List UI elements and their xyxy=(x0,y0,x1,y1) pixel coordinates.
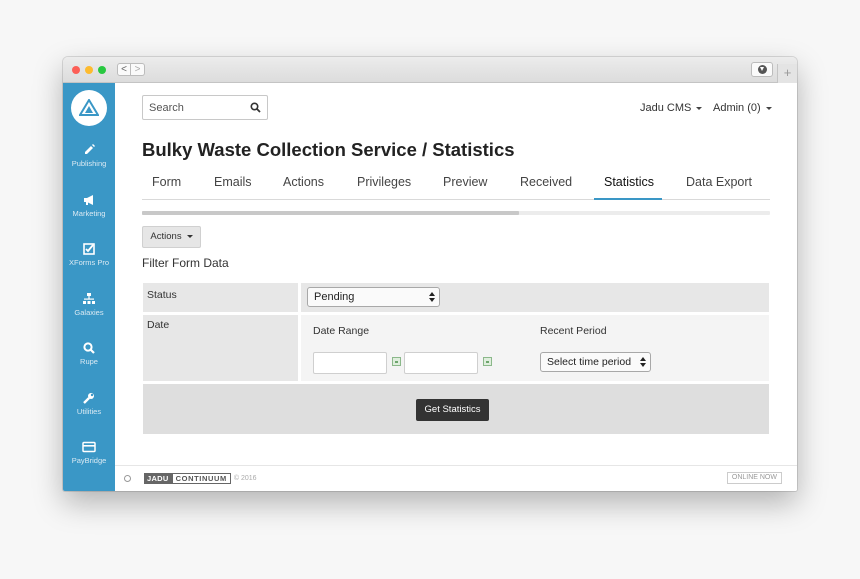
sidebar-item-rupe[interactable]: Rupe xyxy=(63,341,115,366)
date-range-label: Date Range xyxy=(313,325,370,337)
sidebar: Publishing Marketing XForms Pro Galaxies xyxy=(63,83,115,491)
logo-triangle-icon xyxy=(79,99,99,116)
sidebar-item-label: Rupe xyxy=(80,357,98,366)
calendar-icon[interactable] xyxy=(392,357,401,366)
gear-icon[interactable] xyxy=(124,475,131,482)
megaphone-icon xyxy=(84,195,93,205)
jadu-logo[interactable] xyxy=(71,90,107,126)
status-bar: JADU CONTINUUM © 2016 ONLINE NOW xyxy=(115,465,797,491)
user-menu[interactable]: Admin (0) xyxy=(713,102,772,114)
wrench-icon xyxy=(83,393,94,404)
minimize-window-button[interactable] xyxy=(85,66,93,74)
date-panel: Date Range Recent Period Select time per… xyxy=(301,315,769,381)
sidebar-item-publishing[interactable]: Publishing xyxy=(63,143,115,168)
close-window-button[interactable] xyxy=(72,66,80,74)
forward-button[interactable]: > xyxy=(131,63,145,76)
sidebar-item-utilities[interactable]: Utilities xyxy=(63,391,115,416)
active-tab-indicator xyxy=(594,198,662,200)
tab-privileges[interactable]: Privileges xyxy=(357,175,411,189)
actions-label: Actions xyxy=(150,231,182,242)
filter-table: Status Pending Date Date Range Recent Pe… xyxy=(143,283,769,434)
sidebar-item-label: PayBridge xyxy=(71,456,107,465)
recent-period-value: Select time period xyxy=(547,356,632,368)
sitemap-icon xyxy=(83,293,95,304)
sidebar-item-paybridge[interactable]: PayBridge xyxy=(63,440,115,465)
recent-period-select[interactable]: Select time period xyxy=(540,352,651,372)
progress-bar-fill xyxy=(142,211,519,215)
calendar-icon[interactable] xyxy=(483,357,492,366)
tab-statistics[interactable]: Statistics xyxy=(604,175,654,189)
sidebar-item-label: Marketing xyxy=(72,209,106,218)
tab-data-export[interactable]: Data Export xyxy=(686,175,752,189)
sidebar-item-label: Utilities xyxy=(76,407,102,416)
brand-continuum: CONTINUUM xyxy=(171,473,231,484)
online-status-badge: ONLINE NOW xyxy=(726,472,782,484)
search-input[interactable] xyxy=(143,96,243,119)
status-label: Status xyxy=(147,289,177,301)
brand-jadu: JADU xyxy=(144,473,172,484)
tab-emails[interactable]: Emails xyxy=(214,175,252,189)
new-tab-button[interactable]: + xyxy=(777,64,797,83)
sidebar-item-galaxies[interactable]: Galaxies xyxy=(63,292,115,317)
browser-window: < > + Publishing Marketing XForms Pro Ga… xyxy=(63,57,797,491)
sidebar-item-marketing[interactable]: Marketing xyxy=(63,193,115,218)
search-icon xyxy=(83,342,95,354)
download-icon xyxy=(758,65,767,74)
status-select-value: Pending xyxy=(314,291,355,303)
download-button[interactable] xyxy=(751,62,773,77)
site-menu[interactable]: Jadu CMS xyxy=(640,102,703,114)
tab-bar: Form Emails Actions Privileges Preview R… xyxy=(142,169,770,200)
back-button[interactable]: < xyxy=(117,63,131,76)
filter-title: Filter Form Data xyxy=(142,256,229,270)
page-title: Bulky Waste Collection Service / Statist… xyxy=(142,139,515,160)
recent-period-label: Recent Period xyxy=(540,325,607,337)
pencil-icon xyxy=(85,144,95,154)
tab-received[interactable]: Received xyxy=(520,175,572,189)
actions-dropdown-button[interactable]: Actions xyxy=(142,226,201,248)
copyright: © 2016 xyxy=(233,475,257,482)
filter-footer: Get Statistics xyxy=(143,384,769,434)
brand-logo: JADU CONTINUUM © 2016 xyxy=(144,473,257,484)
date-from-input[interactable] xyxy=(313,352,387,374)
search-icon[interactable] xyxy=(250,102,261,113)
credit-card-icon xyxy=(82,441,96,453)
sidebar-item-xforms-pro[interactable]: XForms Pro xyxy=(63,242,115,267)
progress-bar xyxy=(142,211,770,215)
zoom-window-button[interactable] xyxy=(98,66,106,74)
tab-preview[interactable]: Preview xyxy=(443,175,487,189)
status-select[interactable]: Pending xyxy=(307,287,440,307)
sidebar-item-label: Galaxies xyxy=(74,308,104,317)
sidebar-item-label: Publishing xyxy=(71,159,107,168)
user-menu-label: Admin (0) xyxy=(713,102,761,114)
chevron-down-icon xyxy=(696,106,703,110)
get-statistics-button[interactable]: Get Statistics xyxy=(416,399,489,421)
site-menu-label: Jadu CMS xyxy=(640,102,692,114)
date-label: Date xyxy=(147,319,170,331)
checkbox-icon xyxy=(83,243,95,255)
date-to-input[interactable] xyxy=(404,352,478,374)
tab-actions[interactable]: Actions xyxy=(283,175,324,189)
search-box xyxy=(142,95,268,120)
tab-form[interactable]: Form xyxy=(152,175,181,189)
chevron-down-icon xyxy=(765,106,772,110)
browser-titlebar: < > + xyxy=(63,57,797,83)
sidebar-item-label: XForms Pro xyxy=(68,258,109,267)
chevron-down-icon xyxy=(186,234,193,238)
